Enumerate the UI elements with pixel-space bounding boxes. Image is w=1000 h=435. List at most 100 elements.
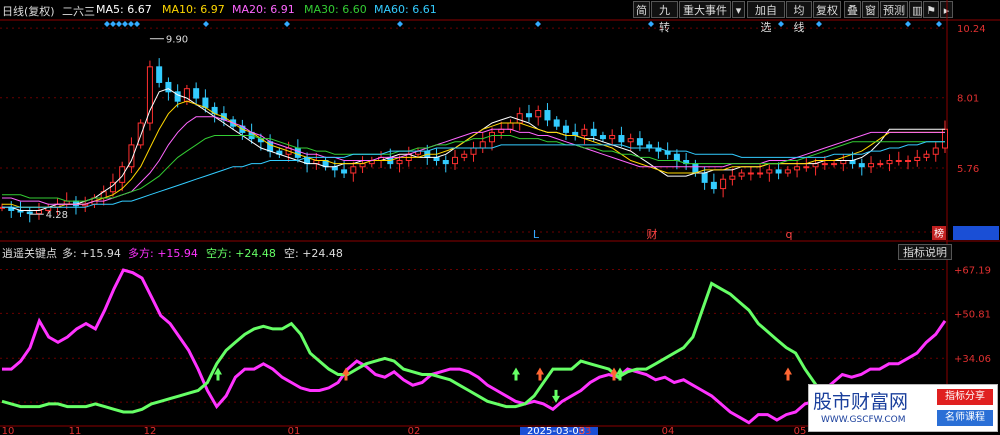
- candle: [803, 166, 810, 169]
- event-diamond-icon: [648, 21, 654, 27]
- candle: [710, 181, 717, 190]
- candle: [470, 147, 477, 155]
- signal-arrow-icon: [552, 389, 560, 403]
- last-price-box: [953, 226, 999, 240]
- date-tick-label: 11: [69, 426, 82, 435]
- event-diamond-icon: [116, 21, 122, 27]
- candle: [738, 172, 745, 177]
- price-tick-label: 5.76: [957, 164, 979, 175]
- candle: [747, 172, 754, 175]
- candle: [599, 135, 606, 140]
- candle: [877, 163, 884, 166]
- watermark-url: WWW.GSCFW.COM: [821, 415, 906, 425]
- candle: [156, 66, 163, 83]
- candle: [729, 175, 736, 180]
- candle: [193, 88, 200, 99]
- candle: [831, 163, 838, 166]
- date-tick-label: 01: [288, 426, 301, 435]
- candle: [516, 113, 523, 124]
- candle: [895, 160, 902, 163]
- kline-chart[interactable]: 10.248.015.763.71+67.19+50.81+34.06+17.6…: [0, 0, 1000, 435]
- candle: [868, 163, 875, 168]
- candle: [396, 160, 403, 165]
- candle: [442, 160, 449, 165]
- candle: [479, 141, 486, 149]
- candle: [553, 119, 560, 127]
- candle: [202, 97, 209, 108]
- indicator-name[interactable]: 逍遥关键点: [2, 245, 57, 261]
- event-diamond-icon: [104, 21, 110, 27]
- candle: [452, 156, 459, 165]
- signal-arrow-icon: [784, 367, 792, 381]
- event-marker: 财: [647, 227, 658, 241]
- candle: [609, 135, 616, 140]
- event-diamond-icon: [397, 21, 403, 27]
- event-diamond-icon: [905, 21, 911, 27]
- watermark-tag-course: 名师课程: [937, 410, 993, 426]
- event-marker: q: [786, 228, 793, 241]
- candle: [775, 169, 782, 174]
- indicator-tick-label: +67.19: [954, 266, 991, 277]
- candle: [794, 166, 801, 171]
- indicator-kongfang: 空方: +24.48: [206, 247, 276, 260]
- event-diamond-icon: [203, 21, 209, 27]
- candle: [664, 150, 671, 155]
- candle: [618, 135, 625, 143]
- indicator-line: [2, 268, 947, 425]
- event-diamond-icon: [535, 21, 541, 27]
- event-diamond-icon: [128, 21, 134, 27]
- watermark-site: 股市财富网: [813, 391, 909, 413]
- candle: [701, 172, 708, 183]
- candle: [562, 125, 569, 133]
- candle: [784, 169, 791, 174]
- candle: [294, 147, 301, 158]
- date-tick-label: 05: [794, 426, 807, 435]
- price-tick-label: 10.24: [957, 24, 986, 35]
- signal-arrow-icon: [512, 367, 520, 381]
- candle: [757, 172, 764, 175]
- candle: [525, 113, 532, 118]
- candle: [627, 138, 634, 143]
- candle: [488, 131, 495, 143]
- indicator-kong: 空: +24.48: [284, 247, 343, 260]
- date-tick-label: 04: [662, 426, 675, 435]
- candle: [692, 163, 699, 174]
- watermark-logo: 股市财富网 WWW.GSCFW.COM 指标分享 名师课程: [808, 384, 998, 432]
- candle: [581, 128, 588, 137]
- candle: [673, 153, 680, 162]
- candle: [886, 160, 893, 165]
- date-tick-label: 12: [144, 426, 157, 435]
- event-diamond-icon: [134, 21, 140, 27]
- candle: [590, 128, 597, 137]
- candle: [119, 166, 126, 183]
- candle: [26, 211, 33, 215]
- indicator-duofang: 多方: +15.94: [128, 247, 198, 260]
- date-tick-label: 02: [408, 426, 421, 435]
- candle: [932, 147, 939, 155]
- event-diamond-icon: [778, 21, 784, 27]
- signal-arrow-icon: [536, 367, 544, 381]
- date-tick-label: 2025-03-03: [527, 426, 585, 435]
- candle: [535, 110, 542, 118]
- indicator-duo: 多: +15.94: [62, 247, 121, 260]
- candle: [923, 153, 930, 158]
- indicator-tick-label: +34.06: [954, 354, 991, 365]
- indicator-help-button[interactable]: 指标说明: [898, 244, 952, 260]
- event-diamond-icon: [110, 21, 116, 27]
- candle: [331, 166, 338, 171]
- date-tick-label: 10: [2, 426, 15, 435]
- candle: [544, 110, 551, 121]
- high-label: 9.90: [166, 35, 188, 46]
- candle: [914, 156, 921, 162]
- candle: [720, 178, 727, 190]
- candle: [766, 169, 773, 174]
- candle: [636, 138, 643, 146]
- indicator-header: 逍遥关键点 多: +15.94 多方: +15.94 空方: +24.48 空:…: [0, 244, 900, 260]
- candle: [341, 169, 348, 174]
- event-diamond-icon: [122, 21, 128, 27]
- rank-badge-label: 榜: [934, 227, 944, 240]
- price-tick-label: 8.01: [957, 94, 979, 105]
- indicator-tick-label: +50.81: [954, 309, 991, 320]
- watermark-tag-share: 指标分享: [937, 389, 993, 405]
- candle: [905, 160, 912, 163]
